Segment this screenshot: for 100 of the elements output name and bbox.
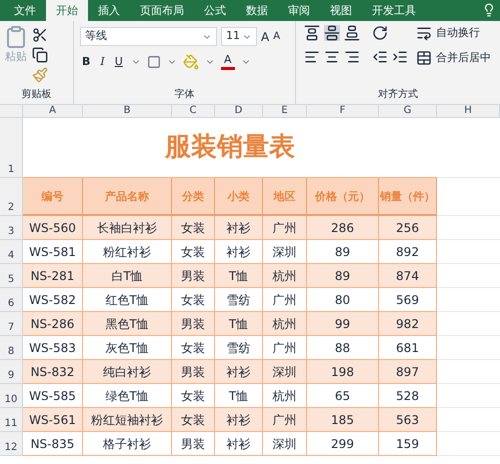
copy-icon[interactable] [32,47,48,63]
align-right-icon[interactable] [344,49,360,65]
column-heading-cell: 小类 [215,178,263,216]
table-cell: 深圳 [263,432,307,456]
table-cell: 红色T恤 [83,288,172,312]
table-cell: 99 [307,312,379,336]
column-heading-cell: 价格（元） [307,178,379,216]
table-cell: 88 [307,336,379,360]
table-cell: 广州 [263,336,307,360]
bottom-align-icon[interactable] [344,25,360,41]
table-cell: NS-832 [23,360,83,384]
table-cell: 89 [307,264,379,288]
row-header[interactable]: 11 [0,408,23,432]
row-header[interactable]: 12 [0,432,23,456]
top-align-icon[interactable] [304,25,320,41]
italic-button[interactable]: I [98,54,107,70]
table-cell: 女装 [172,240,215,264]
column-header[interactable]: G [379,105,437,117]
column-heading-cell: 分类 [172,178,215,216]
ribbon-tab[interactable]: 公式 [194,0,236,21]
table-cell: 杭州 [263,384,307,408]
column-header[interactable]: A [23,105,83,117]
middle-align-icon[interactable] [324,25,340,41]
table-cell: 绿色T恤 [83,384,172,408]
table-cell: 杭州 [263,312,307,336]
column-header[interactable]: F [307,105,379,117]
clipboard-icon [4,25,28,49]
border-icon[interactable] [146,55,161,70]
table-cell: 衬衫 [215,240,263,264]
underline-button[interactable]: U [112,54,125,70]
row-header[interactable]: 6 [0,288,23,312]
ribbon-tab[interactable]: 页面布局 [130,0,194,21]
font-name-field[interactable]: 等线 [80,27,217,46]
ribbon-tab[interactable]: 数据 [236,0,278,21]
table-cell: 雪纺 [215,336,263,360]
table-cell: 黑色T恤 [83,312,172,336]
ribbon-tab[interactable]: 文件 [4,0,46,21]
group-label: 对齐方式 [377,88,419,102]
ribbon-tab[interactable]: 审阅 [278,0,320,21]
row-header[interactable]: 9 [0,360,23,384]
table-cell: 格子衬衫 [83,432,172,456]
ribbon-tab[interactable]: 插入 [88,0,130,21]
increase-indent-icon[interactable] [392,49,408,65]
table-cell: 159 [379,432,437,456]
table-cell: 白T恤 [83,264,172,288]
ribbon-tab[interactable]: 视图 [320,0,362,21]
scissors-icon[interactable] [32,27,48,43]
row-header[interactable]: 5 [0,264,23,288]
decrease-indent-icon[interactable] [372,49,388,65]
orientation-icon[interactable] [372,25,388,41]
grow-font-icon[interactable]: A [261,28,270,46]
table-cell: 雪纺 [215,288,263,312]
table-cell: 灰色T恤 [83,336,172,360]
lightbulb-icon[interactable] [482,3,496,17]
column-header[interactable]: D [215,105,263,117]
table-cell: 广州 [263,216,307,240]
align-center-icon[interactable] [324,49,340,65]
row-header[interactable]: 4 [0,240,23,264]
table-cell: 男装 [172,432,215,456]
row-header[interactable]: 7 [0,312,23,336]
row-header[interactable]: 3 [0,216,23,240]
table-cell: 男装 [172,360,215,384]
ribbon-tab[interactable]: 开始 [46,0,88,21]
table-cell: 185 [307,408,379,432]
align-left-icon[interactable] [304,49,320,65]
table-cell: 256 [379,216,437,240]
table-cell: 563 [379,408,437,432]
table-cell: 80 [307,288,379,312]
table-cell: 深圳 [263,360,307,384]
table-cell: 男装 [172,264,215,288]
row-header[interactable]: 2 [0,178,23,216]
table-cell: 299 [307,432,379,456]
table-cell: 粉红衬衫 [83,240,172,264]
table-cell: 长袖白衬衫 [83,216,172,240]
fill-color-icon[interactable] [182,54,199,70]
row-header[interactable]: 10 [0,384,23,408]
column-header[interactable]: C [172,105,215,117]
font-size-field[interactable]: 11 [221,27,257,46]
table-cell: 892 [379,240,437,264]
table-cell: NS-286 [23,312,83,336]
table-cell: 286 [307,216,379,240]
merge-center-button[interactable]: 合并后居中 [416,50,491,66]
table-cell: 纯白衬衫 [83,360,172,384]
column-header[interactable]: B [83,105,172,117]
row-header[interactable]: 8 [0,336,23,360]
wrap-text-button[interactable]: 自动换行 [416,25,491,42]
table-cell: 女装 [172,408,215,432]
bold-button[interactable]: B [80,54,92,70]
table-cell: WS-561 [23,408,83,432]
table-cell: 深圳 [263,240,307,264]
table-cell: 女装 [172,288,215,312]
column-header[interactable]: H [437,105,500,117]
table-cell: 广州 [263,288,307,312]
column-header[interactable]: E [263,105,307,117]
column-heading-cell: 地区 [263,178,307,216]
row-header[interactable]: 1 [0,118,23,178]
table-cell: T恤 [215,264,263,288]
shrink-font-icon[interactable]: A [273,29,280,44]
group-label: 剪贴板 [20,88,52,102]
ribbon-tab[interactable]: 开发工具 [362,0,426,21]
